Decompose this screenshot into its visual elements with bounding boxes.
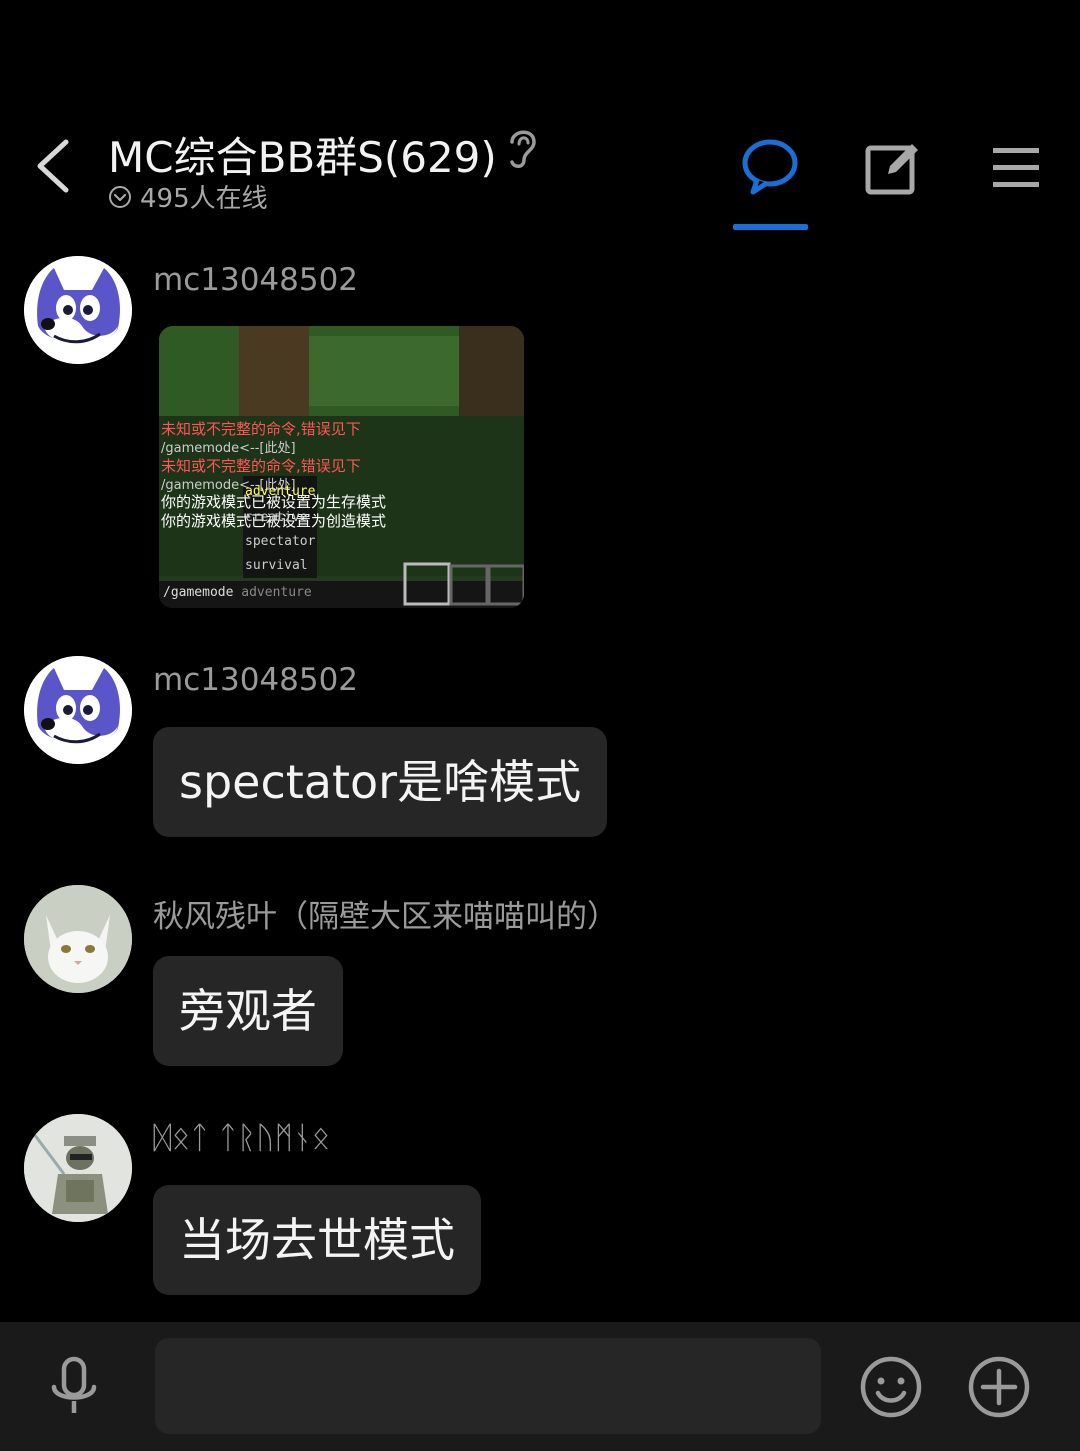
group-title[interactable]: MC综合BB群S(629) bbox=[108, 124, 497, 185]
online-count: 495人在线 bbox=[108, 178, 268, 215]
more-button[interactable] bbox=[965, 1353, 1033, 1421]
avatar[interactable] bbox=[24, 656, 132, 764]
mc-suggestion: adventure bbox=[245, 484, 316, 499]
mc-command: /gamemode adventure bbox=[163, 585, 312, 600]
wolf-avatar-icon bbox=[24, 256, 132, 364]
edit-tab[interactable] bbox=[862, 136, 924, 198]
message-input[interactable] bbox=[155, 1338, 821, 1434]
avatar[interactable] bbox=[24, 885, 132, 993]
mc-suggestion: spectator bbox=[245, 534, 316, 549]
cat-avatar-icon bbox=[24, 885, 132, 993]
back-arrow-icon bbox=[37, 139, 69, 193]
edit-icon bbox=[865, 144, 918, 195]
message-bubble[interactable]: 旁观者 bbox=[153, 956, 343, 1066]
message-image[interactable]: 未知或不完整的命令,错误见下 /gamemode<--[此处] 未知或不完整的命… bbox=[159, 326, 524, 608]
sender-name[interactable]: mc13048502 bbox=[153, 262, 358, 298]
microphone-icon bbox=[51, 1356, 97, 1413]
voice-button[interactable] bbox=[40, 1353, 108, 1421]
menu-icon bbox=[993, 148, 1039, 187]
message-bubble[interactable]: 当场去世模式 bbox=[153, 1185, 481, 1295]
sender-name[interactable]: 秋风残叶（隔壁大区来喵喵叫的） bbox=[153, 891, 618, 936]
character-avatar-icon bbox=[24, 1114, 132, 1222]
mc-suggestion: survival bbox=[245, 558, 308, 573]
emoji-button[interactable] bbox=[857, 1353, 925, 1421]
sender-name[interactable]: ᛞᛟᛏ ᛏᚱᚢᛗᚾᛟ bbox=[153, 1120, 330, 1156]
sender-name[interactable]: mc13048502 bbox=[153, 662, 358, 698]
active-tab-indicator bbox=[733, 224, 808, 230]
mc-chat-line: 未知或不完整的命令,错误见下 bbox=[161, 420, 361, 438]
mc-command-text: /gamemode bbox=[163, 585, 234, 600]
menu-button[interactable] bbox=[985, 136, 1047, 198]
mc-chat-line: 未知或不完整的命令,错误见下 bbox=[161, 457, 361, 475]
emoji-icon bbox=[860, 1356, 922, 1418]
online-count-text: 495人在线 bbox=[140, 184, 268, 214]
plus-circle-icon bbox=[968, 1356, 1030, 1418]
back-button[interactable] bbox=[28, 130, 88, 202]
avatar[interactable] bbox=[24, 256, 132, 364]
wolf-avatar-icon bbox=[24, 656, 132, 764]
chat-tab[interactable] bbox=[739, 136, 801, 198]
chat-bubble-icon bbox=[742, 139, 798, 195]
avatar[interactable] bbox=[24, 1114, 132, 1222]
mc-command-hint: adventure bbox=[241, 585, 312, 600]
chat-header: MC综合BB群S(629) 495人在线 bbox=[0, 0, 1080, 240]
message-bubble[interactable]: spectator是啥模式 bbox=[153, 727, 608, 837]
ear-icon[interactable] bbox=[502, 124, 542, 172]
mc-chat-line: /gamemode<--[此处] bbox=[161, 441, 296, 456]
mc-suggestion: creative bbox=[245, 510, 308, 525]
check-circle-icon bbox=[109, 185, 131, 208]
